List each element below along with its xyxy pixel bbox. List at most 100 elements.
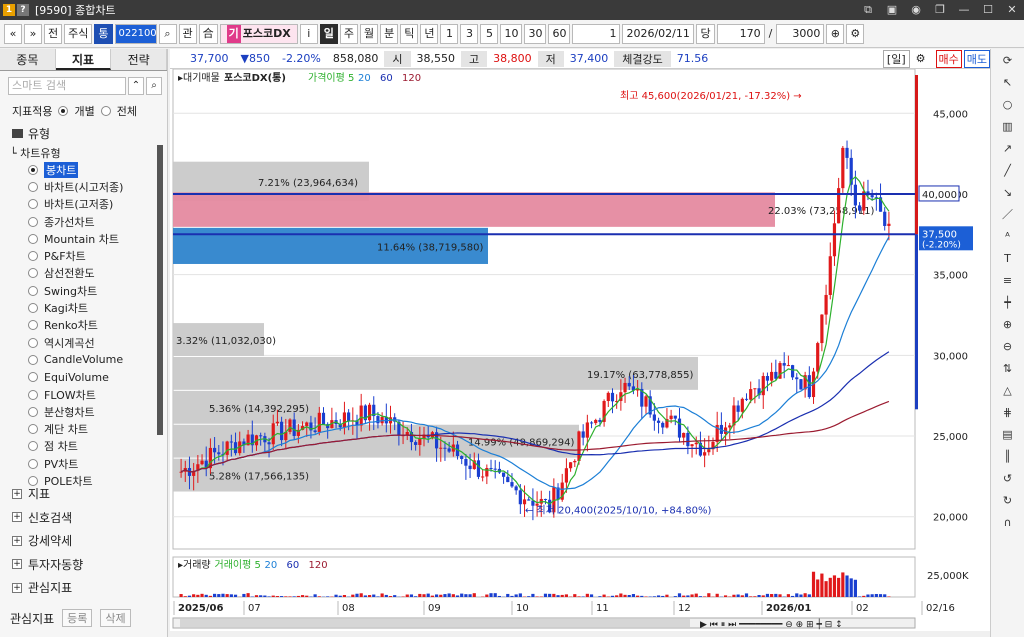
zoom-out-icon[interactable]: ⊖ xyxy=(998,337,1018,357)
cursor-icon[interactable]: ↖ xyxy=(998,73,1018,93)
period-year[interactable]: 년 xyxy=(420,23,439,44)
category-strength[interactable]: + 강세약세 xyxy=(0,529,167,553)
arrows-icon[interactable]: ⇅ xyxy=(998,359,1018,379)
count-input[interactable]: 170 xyxy=(716,23,765,44)
chart-type-radio[interactable] xyxy=(28,458,38,469)
chart-type-radio[interactable] xyxy=(28,303,38,314)
chart-type-radio[interactable] xyxy=(28,216,38,227)
chart-type-item[interactable]: 삼선전환도 xyxy=(6,265,156,282)
minute-30[interactable]: 30 xyxy=(524,23,547,44)
chart-type-radio[interactable] xyxy=(28,164,38,175)
chart-type-item[interactable]: EquiVolume xyxy=(6,369,156,386)
period-month[interactable]: 월 xyxy=(359,23,379,44)
redo-icon[interactable]: ↻ xyxy=(998,491,1018,511)
chart-type-item[interactable]: P&F차트 xyxy=(6,247,156,264)
period-week[interactable]: 주 xyxy=(339,23,358,44)
circle-icon[interactable]: ○ xyxy=(998,95,1018,115)
apply-individual-radio[interactable] xyxy=(58,106,69,116)
auto-icon[interactable]: ᴬ xyxy=(998,227,1018,247)
period-minute[interactable]: 분 xyxy=(380,23,399,44)
chart-type-item[interactable]: Swing차트 xyxy=(6,282,156,299)
chart-type-item[interactable]: 바차트(시고저종) xyxy=(6,178,156,195)
market-select[interactable]: 전 xyxy=(44,23,63,44)
apply-all-label[interactable]: 전체 xyxy=(117,103,137,119)
maximize-icon[interactable]: ☐ xyxy=(980,2,996,18)
chart-type-item[interactable]: FLOW차트 xyxy=(6,386,156,403)
undo-icon[interactable]: ↺ xyxy=(998,469,1018,489)
related-button[interactable]: 관 xyxy=(178,23,197,44)
stock-code-input[interactable]: 022100 xyxy=(114,23,157,44)
tree-subgroup[interactable]: └ 차트유형 xyxy=(10,145,156,161)
chart-type-item[interactable]: 점 차트 xyxy=(6,438,156,455)
chart-type-radio[interactable] xyxy=(28,199,38,210)
expand-icon[interactable]: + xyxy=(12,582,22,593)
chart-type-item[interactable]: Mountain 차트 xyxy=(6,230,156,247)
chart-type-radio[interactable] xyxy=(28,268,38,279)
tab-stock[interactable]: 종목 xyxy=(0,49,56,70)
chart-canvas[interactable]: 45,000 40,000 35,000 30,000 25,000 20,000 ▸대기매… xyxy=(170,69,990,631)
link-icon[interactable]: ⧉ xyxy=(860,2,876,18)
search-icon[interactable]: ⌕ xyxy=(158,23,177,44)
minute-1[interactable]: 1 xyxy=(440,23,459,44)
minute-3[interactable]: 3 xyxy=(460,23,479,44)
order-button[interactable]: 合 xyxy=(198,23,218,44)
restore-icon[interactable]: ❐ xyxy=(932,2,948,18)
minute-10[interactable]: 10 xyxy=(500,23,523,44)
chart-type-radio[interactable] xyxy=(28,181,38,192)
refresh-icon[interactable]: ⟳ xyxy=(998,51,1018,71)
chart-type-item[interactable]: Renko차트 xyxy=(6,317,156,334)
apply-individual-label[interactable]: 개별 xyxy=(74,103,94,119)
chart-type-radio[interactable] xyxy=(28,389,38,400)
category-favorite[interactable]: + 관심지표 xyxy=(0,576,167,600)
minimize-icon[interactable]: — xyxy=(956,2,972,18)
period-day[interactable]: 일 xyxy=(319,23,338,44)
expand-icon[interactable]: + xyxy=(12,535,22,546)
stock-name-field[interactable]: 기 포스코DX xyxy=(219,23,298,44)
chart-type-radio[interactable] xyxy=(28,406,38,417)
chart-type-radio[interactable] xyxy=(28,320,38,331)
register-button[interactable]: 등록 xyxy=(62,609,93,627)
chart-type-item[interactable]: CandleVolume xyxy=(6,351,156,368)
chart-type-radio[interactable] xyxy=(28,354,38,365)
diagonal-icon[interactable]: ／ xyxy=(998,205,1018,225)
close-icon[interactable]: ✕ xyxy=(1004,2,1020,18)
bar-icon[interactable]: ▥ xyxy=(998,117,1018,137)
chart-type-item[interactable]: 종가선차트 xyxy=(6,213,156,230)
price-chart[interactable]: 45,000 40,000 35,000 30,000 25,000 20,000 ▸대기매… xyxy=(170,69,990,631)
help-icon[interactable]: ? xyxy=(17,4,29,16)
expand-icon[interactable]: + xyxy=(12,512,22,523)
cycle-icon[interactable]: ║ xyxy=(998,447,1018,467)
search-icon[interactable]: ⌕ xyxy=(146,77,162,95)
magnet-icon[interactable]: ∩ xyxy=(998,513,1018,533)
expand-icon[interactable]: + xyxy=(12,559,22,570)
category-indicator[interactable]: + 지표 xyxy=(0,482,167,506)
text-icon[interactable]: T xyxy=(998,249,1018,269)
fib-icon[interactable]: ≡ xyxy=(998,271,1018,291)
chart-type-radio[interactable] xyxy=(28,233,38,244)
chart-type-radio[interactable] xyxy=(28,337,38,348)
trend-icon[interactable]: ↗ xyxy=(998,139,1018,159)
chart-type-radio[interactable] xyxy=(28,251,38,262)
chart-type-item[interactable]: Kagi차트 xyxy=(6,299,156,316)
chart-type-radio[interactable] xyxy=(28,285,38,296)
smart-search-input[interactable]: 스마트 검색 xyxy=(8,77,126,95)
tab-strategy[interactable]: 전략 xyxy=(111,49,168,70)
chart-type-radio[interactable] xyxy=(28,424,38,435)
tab-indicator[interactable]: 지표 xyxy=(55,49,112,70)
candle-icon[interactable]: ┿ xyxy=(998,293,1018,313)
interval-input[interactable]: 1 xyxy=(572,23,621,44)
sell-button[interactable]: 매도 xyxy=(963,49,990,68)
chart-type-item[interactable]: PV차트 xyxy=(6,455,156,472)
triangle-icon[interactable]: △ xyxy=(998,381,1018,401)
chart-type-radio[interactable] xyxy=(28,372,38,383)
minute-5[interactable]: 5 xyxy=(480,23,499,44)
chart-type-item[interactable]: 봉차트 xyxy=(6,161,156,178)
chart-type-item[interactable]: 계단 차트 xyxy=(6,420,156,437)
buy-button[interactable]: 매수 xyxy=(935,49,962,68)
info-button[interactable]: i xyxy=(299,23,318,44)
type-select[interactable]: 주식 xyxy=(64,23,93,44)
channel-icon[interactable]: ⋕ xyxy=(998,403,1018,423)
next-button[interactable]: » xyxy=(24,23,42,44)
prev-button[interactable]: « xyxy=(4,23,22,44)
gann-icon[interactable]: ▤ xyxy=(998,425,1018,445)
